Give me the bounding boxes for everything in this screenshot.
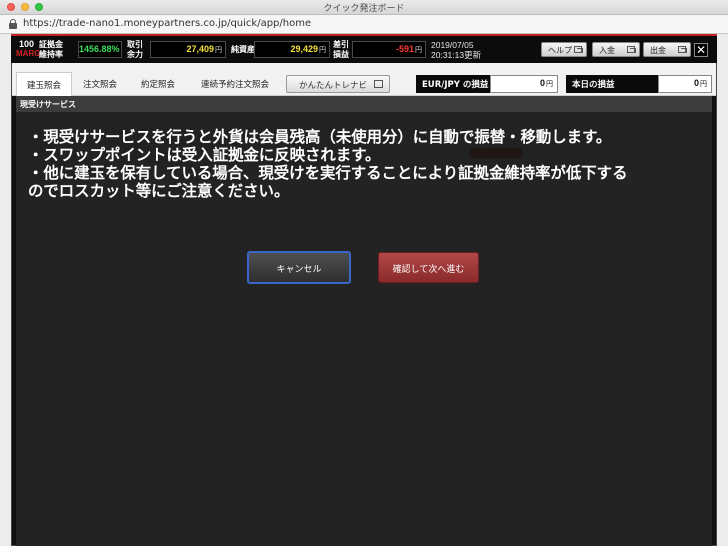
- notice-line: ・現受けサービスを行うと外貨は会員残高（未使用分）に自動で振替・移動します。: [28, 128, 612, 146]
- notice-line: ・他に建玉を保有している場合、現受けを実行することにより証拠金維持率が低下する: [28, 164, 628, 182]
- popup-window-icon: [374, 80, 383, 88]
- window-title: クイック発注ボード: [323, 4, 405, 14]
- tab-orders[interactable]: 注文照会: [76, 72, 124, 96]
- pl-diff-label: 差引 損益: [333, 40, 349, 59]
- cancel-button[interactable]: キャンセル: [247, 251, 351, 284]
- popup-window-icon: [678, 46, 687, 53]
- help-button[interactable]: ヘルプ: [541, 42, 587, 57]
- tab-executions[interactable]: 約定照会: [132, 72, 184, 96]
- notice-message: ・現受けサービスを行うと外貨は会員残高（未使用分）に自動で振替・移動します。 ・…: [28, 128, 708, 200]
- address-bar[interactable]: https://trade-nano1.moneypartners.co.jp/…: [0, 15, 728, 34]
- deposit-button[interactable]: 入金: [592, 42, 640, 57]
- pair-pl-value: 0円: [490, 75, 558, 93]
- easy-trade-navi-button[interactable]: かんたんトレナビ: [286, 75, 390, 93]
- confirm-next-button[interactable]: 確認して次へ進む: [378, 252, 479, 283]
- logo: 100 MARG: [16, 39, 41, 59]
- available-value: 27,409円: [150, 41, 226, 58]
- account-header: 100 MARG 証拠金 維持率 1456.88% 取引 余力 27,409円 …: [11, 36, 717, 63]
- notice-line: のでロスカット等にご注意ください。: [28, 182, 290, 200]
- pl-diff-value: -591円: [352, 41, 426, 58]
- notice-line: ・スワップポイントは受入証拠金に反映されます。: [28, 146, 381, 164]
- pair-pl-label: EUR/JPY の損益: [416, 75, 490, 93]
- browser-window: クイック発注ボード https://trade-nano1.moneypartn…: [0, 0, 728, 546]
- net-assets-value: 29,429円: [254, 41, 330, 58]
- window-titlebar: クイック発注ボード: [0, 0, 728, 15]
- tab-sequential-orders[interactable]: 連続予約注文照会: [192, 72, 278, 96]
- popup-window-icon: [627, 46, 636, 53]
- popup-window-icon: [574, 46, 583, 53]
- net-assets-label: 純資産: [231, 45, 255, 54]
- margin-rate-value: 1456.88%: [78, 41, 122, 58]
- available-label: 取引 余力: [127, 40, 143, 59]
- update-timestamp: 2019/07/05 20:31:13更新: [431, 40, 482, 60]
- url-text[interactable]: https://trade-nano1.moneypartners.co.jp/…: [23, 18, 311, 29]
- tab-bar: 建玉照会 注文照会 約定照会 連続予約注文照会 かんたんトレナビ EUR/JPY…: [12, 63, 716, 96]
- withdraw-button[interactable]: 出金: [643, 42, 691, 57]
- tab-positions[interactable]: 建玉照会: [16, 72, 72, 96]
- close-icon[interactable]: ✕: [694, 43, 708, 57]
- margin-rate-label: 証拠金 維持率: [39, 40, 63, 59]
- today-pl-label: 本日の損益: [566, 75, 658, 93]
- lock-icon: [9, 19, 17, 29]
- today-pl-value: 0円: [658, 75, 712, 93]
- panel-title: 現受けサービス: [16, 96, 712, 112]
